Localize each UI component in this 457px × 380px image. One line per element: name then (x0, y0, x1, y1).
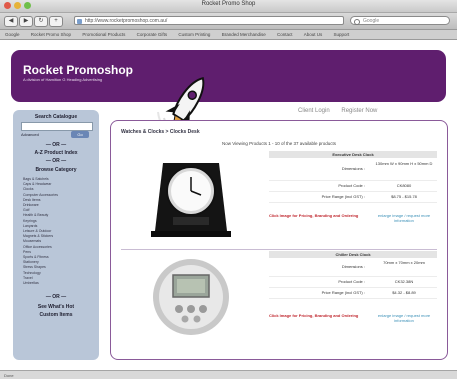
bookmark-item[interactable]: Promotional Products (82, 32, 125, 37)
spec-label: Price Range (incl GST) : (321, 290, 365, 295)
browser-toolbar: ◀ ▶ ↻ + http://www.rocketpromoshop.com.a… (0, 13, 457, 30)
back-button[interactable]: ◀ (4, 16, 18, 27)
bookmark-item[interactable]: Corporate Gifts (137, 32, 168, 37)
or-divider: — OR — (45, 294, 67, 300)
spec-value: 70mm x 70mm x 20mm (383, 260, 425, 265)
account-links: Client Login Register Now (298, 108, 387, 114)
address-bar[interactable]: http://www.rocketpromoshop.com.au/ (74, 16, 344, 25)
custom-items-link[interactable]: Custom Items (13, 312, 99, 318)
product-image[interactable] (141, 153, 241, 241)
register-now-link[interactable]: Register Now (341, 108, 377, 114)
product-title[interactable]: Executive Desk Clock (269, 151, 437, 158)
category-list: Bags & Satchels Caps & Headwear Clocks C… (23, 177, 95, 286)
spec-label: Product Code : (338, 183, 365, 188)
search-go-button[interactable]: Go (71, 131, 89, 138)
spec-row-dimensions: Dimensions : 130mm W x 90mm H x 50mm D (269, 158, 437, 181)
site-tagline: A division of Hamilton G Heading Adverti… (23, 77, 103, 82)
spec-label: Dimensions : (341, 166, 365, 171)
bookmark-item[interactable]: Rocket Promo Shop (31, 32, 71, 37)
site-header: Rocket Promoshop A division of Hamilton … (11, 50, 446, 148)
spec-row-dimensions: Dimensions : 70mm x 70mm x 20mm (269, 258, 437, 277)
enlarge-image-link[interactable]: enlarge image / request more information (373, 213, 435, 223)
bookmark-item[interactable]: Custom Printing (178, 32, 210, 37)
bookmark-item[interactable]: Google (5, 32, 20, 37)
search-icon (354, 19, 360, 25)
pricing-request-link[interactable]: Click Image for Pricing, Branding and Or… (269, 213, 361, 218)
advanced-search-link[interactable]: Advanced (21, 132, 39, 137)
address-text: http://www.rocketpromoshop.com.au/ (85, 18, 168, 24)
category-item[interactable]: Umbrellas (23, 281, 95, 286)
see-whats-hot-link[interactable]: See What's Hot (13, 304, 99, 310)
product-spec-table: Chiller Desk Clock Dimensions : 70mm x 7… (269, 251, 437, 341)
result-count: Now Viewing Products 1 - 10 of the 37 av… (222, 141, 336, 146)
spec-row-code: Product Code : CK8080 (269, 181, 437, 192)
catalogue-search-input[interactable] (21, 122, 93, 131)
search-placeholder: Google (363, 18, 380, 24)
window-title: Rocket Promo Shop (201, 1, 256, 7)
pricing-request-link[interactable]: Click Image for Pricing, Branding and Or… (269, 313, 361, 318)
reload-button[interactable]: ↻ (34, 16, 48, 27)
bookmark-item[interactable]: Support (334, 32, 350, 37)
browser-search-input[interactable]: Google (350, 16, 450, 25)
product-card: Chiller Desk Clock Dimensions : 70mm x 7… (121, 251, 437, 343)
bookmark-item[interactable]: Contact (277, 32, 293, 37)
spec-value: $8.75 - $15.78 (391, 194, 417, 199)
product-divider (121, 249, 437, 250)
or-divider: — OR — (45, 158, 67, 164)
sidebar: Search Catalogue Advanced Go — OR — A-Z … (13, 110, 99, 360)
client-login-link[interactable]: Client Login (298, 108, 330, 114)
bookmarks-bar: Google Rocket Promo Shop Promotional Pro… (0, 30, 457, 40)
or-divider: — OR — (45, 142, 67, 148)
bookmark-item[interactable]: About Us (304, 32, 323, 37)
spec-value: 130mm W x 90mm H x 50mm D (375, 161, 433, 166)
product-image[interactable] (141, 253, 241, 341)
spec-value: CK32.38N (394, 279, 414, 284)
spec-row-price: Price Range (incl GST) : $8.75 - $15.78 (269, 192, 437, 203)
spec-value: CK8080 (396, 183, 412, 188)
product-title[interactable]: Chiller Desk Clock (269, 251, 437, 258)
browser-window: Rocket Promo Shop ◀ ▶ ↻ + http://www.roc… (0, 0, 457, 379)
bookmark-item[interactable]: Branded Merchandise (222, 32, 266, 37)
az-product-index-link[interactable]: A-Z Product Index (13, 150, 99, 156)
forward-button[interactable]: ▶ (19, 16, 33, 27)
search-catalogue-title: Search Catalogue (34, 114, 78, 120)
product-listing: Watches & Clocks > Clocks Desk Now Viewi… (110, 120, 448, 360)
spec-label: Dimensions : (341, 264, 365, 269)
spec-value: $4.32 - $8.89 (392, 290, 416, 295)
spec-row-price: Price Range (incl GST) : $4.32 - $8.89 (269, 288, 437, 299)
breadcrumb[interactable]: Watches & Clocks > Clocks Desk (121, 129, 200, 135)
home-button[interactable]: + (49, 16, 63, 27)
browse-category-title: Browse Category (35, 167, 77, 173)
pricing-request-text: Click Image for Pricing, Branding and Or… (269, 313, 359, 318)
site-logo-text[interactable]: Rocket Promoshop (23, 63, 133, 77)
site-favicon-icon (77, 19, 82, 24)
enlarge-image-link[interactable]: enlarge image / request more information (373, 313, 435, 323)
product-card: Executive Desk Clock Dimensions : 130mm … (121, 151, 437, 243)
status-bar: Done (0, 370, 457, 379)
spec-label: Product Code : (338, 279, 365, 284)
pricing-request-text: Click Image for Pricing, Branding and Or… (269, 213, 359, 218)
web-page: Rocket Promoshop A division of Hamilton … (0, 40, 457, 370)
spec-row-code: Product Code : CK32.38N (269, 277, 437, 288)
product-spec-table: Executive Desk Clock Dimensions : 130mm … (269, 151, 437, 241)
spec-label: Price Range (incl GST) : (321, 194, 365, 199)
title-bar: Rocket Promo Shop (0, 0, 457, 13)
